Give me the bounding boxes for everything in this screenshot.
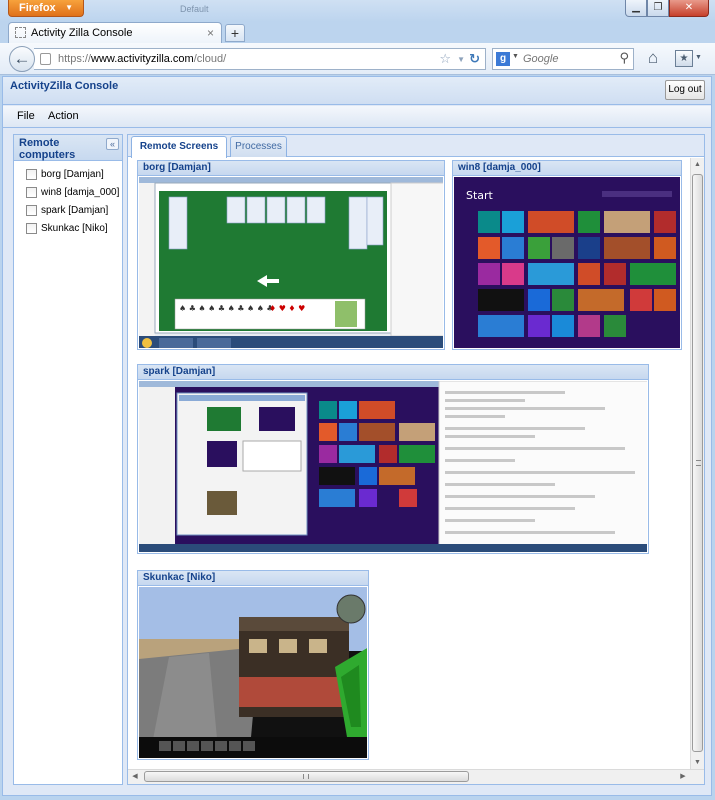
arrow-left-icon: ← — [13, 49, 31, 68]
checkbox[interactable] — [26, 223, 37, 234]
bookmarks-button[interactable]: ★ — [675, 50, 693, 67]
window-titlebar: Firefox ▼ Default ▁ ❐ ✕ — [0, 0, 715, 22]
screen-panel-borg[interactable]: borg [Damjan] ♠ ♣ ♠ ♠ ♣ ♠ ♣ ♠ ♠ ♣ ♦ ♥ ♦ … — [137, 160, 445, 350]
screen-title: win8 [damja_000] — [453, 161, 681, 176]
win8-start-label: Start — [466, 189, 494, 202]
double-chevron-left-icon: « — [109, 139, 115, 149]
computer-item-win8[interactable]: win8 [damja_000] — [14, 184, 122, 202]
app-title: ActivityZilla Console — [10, 80, 119, 92]
url-scheme: https:// — [58, 53, 92, 65]
screen-title: Skunkac [Niko] — [138, 571, 368, 586]
home-icon: ⌂ — [647, 48, 659, 67]
computer-label: Skunkac [Niko] — [41, 223, 108, 234]
site-identity-icon[interactable] — [40, 53, 51, 65]
engine-dropdown-icon[interactable]: ▼ — [512, 53, 519, 60]
screen-thumbnail-skunkac[interactable] — [139, 587, 367, 758]
horizontal-scrollbar[interactable]: ◀ ▶ — [128, 769, 704, 784]
navigation-toolbar: https://www.activityzilla.com/cloud/ ☆ ▼… — [0, 43, 715, 75]
main-tabstrip: Remote Screens Processes — [128, 135, 704, 158]
computer-list: borg [Damjan] win8 [damja_000] spark [Da… — [14, 161, 122, 238]
bookmarks-dropdown-icon[interactable]: ▼ — [695, 54, 702, 61]
google-engine-icon[interactable]: g — [496, 52, 510, 66]
scroll-up-icon[interactable]: ▲ — [691, 158, 704, 172]
app-header: ActivityZilla Console Log out — [3, 77, 711, 105]
windows8-start-image: Start — [454, 177, 680, 348]
screen-thumbnail-borg[interactable]: ♠ ♣ ♠ ♠ ♣ ♠ ♣ ♠ ♠ ♣ ♦ ♥ ♦ ♥ — [139, 177, 443, 348]
url-bar[interactable]: https://www.activityzilla.com/cloud/ ☆ ▼… — [34, 48, 486, 70]
minimize-button[interactable]: ▁ — [625, 0, 647, 17]
screen-panel-win8[interactable]: win8 [damja_000] Start — [452, 160, 682, 350]
url-path: /cloud/ — [193, 53, 227, 65]
close-window-button[interactable]: ✕ — [669, 0, 709, 17]
home-button[interactable]: ⌂ — [643, 49, 663, 69]
search-icon[interactable]: ⚲ — [619, 50, 629, 66]
screen-title: borg [Damjan] — [138, 161, 444, 176]
main-panel: Remote Screens Processes borg [Damjan] ♠… — [127, 134, 705, 785]
browser-tab[interactable]: Activity Zilla Console × — [8, 22, 222, 44]
nested-desktop-image — [139, 381, 647, 552]
bookmarks-icon: ★ — [679, 53, 689, 64]
solitaire-desktop-image: ♠ ♣ ♠ ♠ ♣ ♠ ♣ ♠ ♠ ♣ ♦ ♥ ♦ ♥ — [139, 177, 443, 348]
horizontal-scroll-thumb[interactable] — [144, 771, 469, 782]
firefox-menu-label: Firefox — [19, 2, 56, 14]
url-history-dropdown-icon[interactable]: ▼ — [457, 50, 465, 70]
tab-remote-screens[interactable]: Remote Screens — [131, 136, 227, 158]
checkbox[interactable] — [26, 169, 37, 180]
screen-panel-skunkac[interactable]: Skunkac [Niko] — [137, 570, 369, 760]
maximize-button[interactable]: ❐ — [647, 0, 669, 17]
grip-icon — [303, 774, 309, 779]
window-controls: ▁ ❐ ✕ — [625, 0, 709, 18]
vertical-scrollbar[interactable]: ▲ ▼ — [690, 158, 704, 770]
grip-icon — [696, 460, 701, 466]
screen-thumbnail-win8[interactable]: Start — [454, 177, 680, 348]
new-tab-button[interactable]: + — [225, 24, 245, 42]
checkbox[interactable] — [26, 205, 37, 216]
screen-panel-spark[interactable]: spark [Damjan] — [137, 364, 649, 554]
computer-item-spark[interactable]: spark [Damjan] — [14, 202, 122, 220]
menu-action[interactable]: Action — [48, 110, 79, 122]
svg-text:♠ ♣ ♠ ♠ ♣ ♠ ♣ ♠ ♠ ♣: ♠ ♣ ♠ ♠ ♣ ♠ ♣ ♠ ♠ ♣ — [179, 304, 274, 313]
logout-button[interactable]: Log out — [665, 80, 705, 100]
page-favicon-icon — [15, 27, 26, 38]
tab-processes[interactable]: Processes — [230, 136, 287, 157]
menu-file[interactable]: File — [17, 110, 35, 122]
computer-item-borg[interactable]: borg [Damjan] — [14, 166, 122, 184]
app-menubar: File Action — [3, 106, 711, 128]
reload-icon[interactable]: ↻ — [469, 49, 480, 69]
minecraft-game-image — [139, 587, 367, 758]
checkbox[interactable] — [26, 187, 37, 198]
computer-item-skunkac[interactable]: Skunkac [Niko] — [14, 220, 122, 238]
computer-label: spark [Damjan] — [41, 205, 109, 216]
url-host: www.activityzilla.com — [91, 53, 194, 65]
activityzilla-app: ActivityZilla Console Log out File Actio… — [2, 76, 712, 796]
screen-thumbnail-spark[interactable] — [139, 381, 647, 552]
search-input[interactable] — [523, 51, 611, 67]
scroll-down-icon[interactable]: ▼ — [691, 756, 704, 770]
browser-tab-bar: Activity Zilla Console × + — [0, 22, 715, 44]
close-tab-icon[interactable]: × — [207, 23, 214, 43]
vertical-scroll-thumb[interactable] — [692, 174, 703, 752]
browser-tab-title: Activity Zilla Console — [31, 27, 133, 39]
svg-text:♦ ♥ ♦ ♥: ♦ ♥ ♦ ♥ — [269, 304, 305, 313]
remote-computers-header: Remote computers « — [14, 135, 122, 161]
remote-computers-title: Remote computers — [19, 137, 76, 161]
remote-computers-panel: Remote computers « borg [Damjan] win8 [d… — [13, 134, 123, 785]
back-button[interactable]: ← — [9, 46, 35, 72]
scroll-right-icon[interactable]: ▶ — [676, 770, 690, 784]
computer-label: win8 [damja_000] — [41, 187, 120, 198]
screen-title: spark [Damjan] — [138, 365, 648, 380]
ghost-tab-label: Default — [180, 4, 209, 14]
computer-label: borg [Damjan] — [41, 169, 104, 180]
bookmark-star-icon[interactable]: ☆ — [439, 49, 451, 69]
firefox-menu-button[interactable]: Firefox ▼ — [8, 0, 84, 17]
collapse-panel-button[interactable]: « — [106, 138, 119, 150]
scroll-left-icon[interactable]: ◀ — [128, 770, 142, 784]
search-bar[interactable]: g ▼ ⚲ — [492, 48, 634, 70]
remote-screens-grid: borg [Damjan] ♠ ♣ ♠ ♠ ♣ ♠ ♣ ♠ ♠ ♣ ♦ ♥ ♦ … — [128, 158, 690, 770]
caret-down-icon: ▼ — [65, 3, 73, 12]
